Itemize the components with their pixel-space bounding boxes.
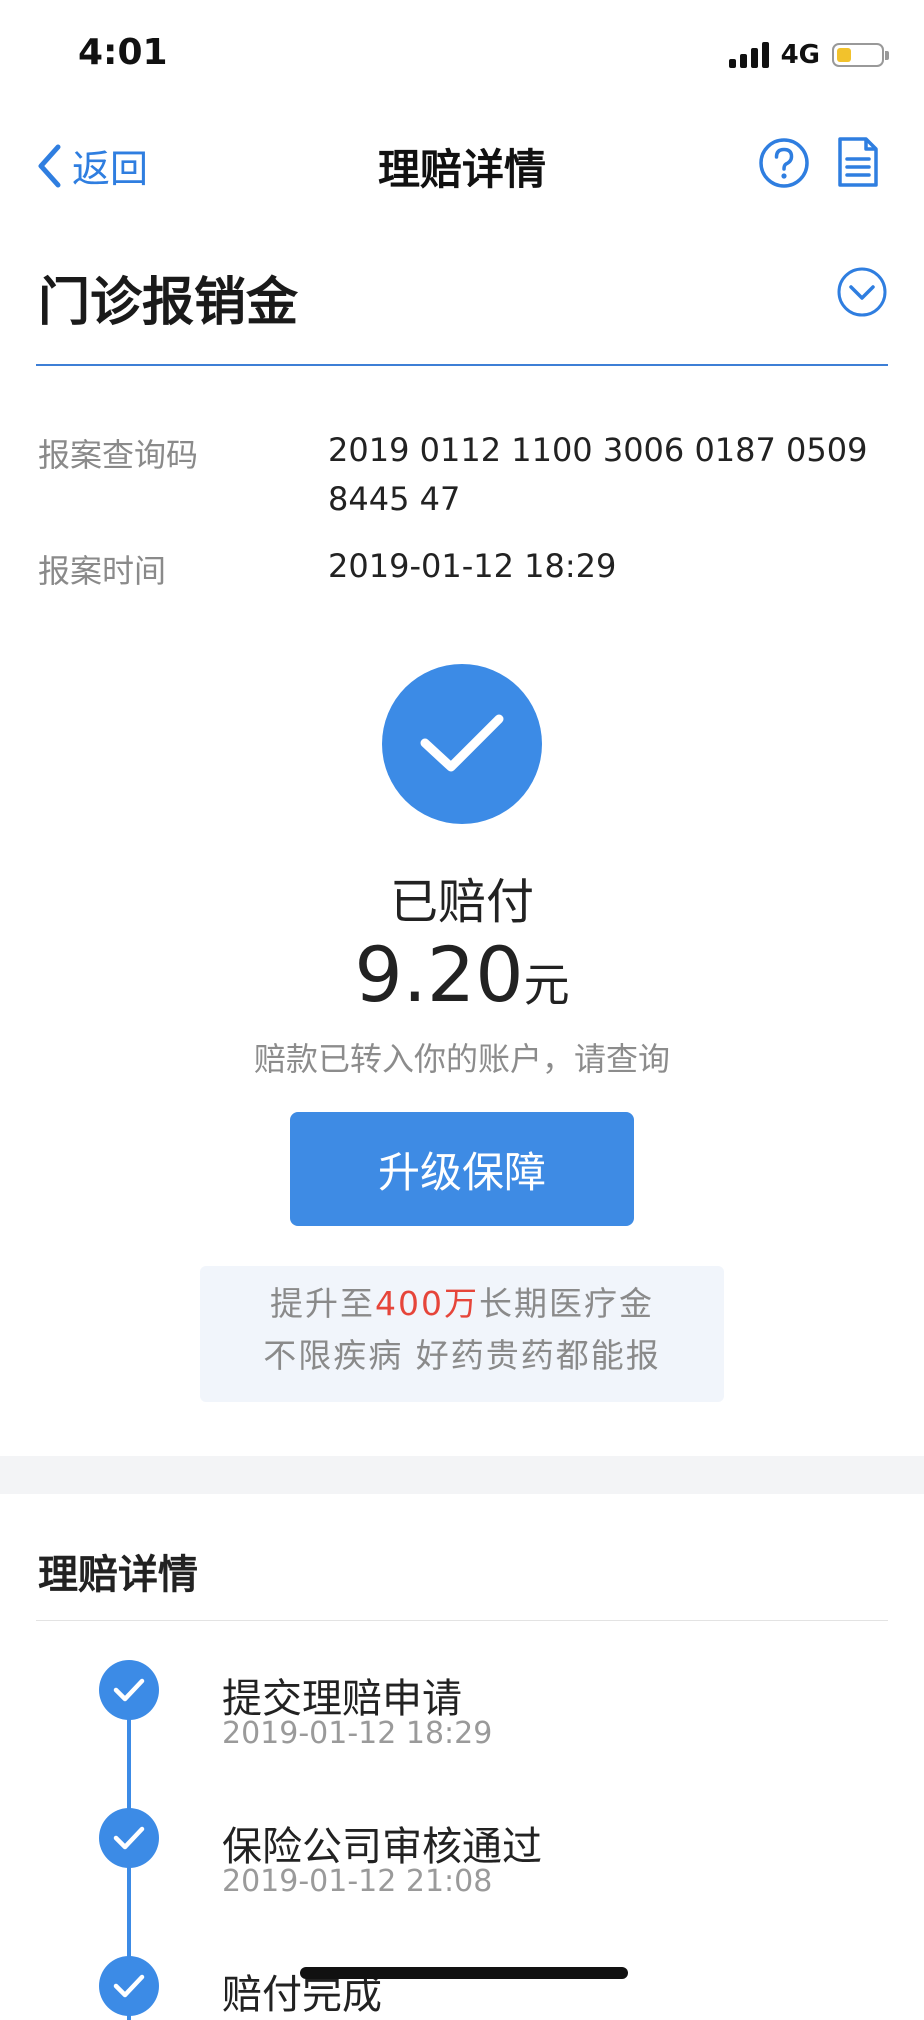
chevron-down-circle-icon: [837, 267, 887, 317]
success-status: [382, 664, 542, 824]
query-code-value: 2019 0112 1100 3006 0187 0509 8445 47: [328, 431, 868, 518]
network-type: 4G: [780, 40, 820, 70]
promo-line-1: 提升至400万长期医疗金: [200, 1278, 724, 1330]
claim-status: 已赔付: [389, 874, 534, 930]
product-title: 门诊报销金: [38, 273, 299, 333]
check-icon: [113, 1678, 145, 1702]
promo-banner[interactable]: 提升至400万长期医疗金 不限疾病 好药贵药都能报: [200, 1266, 724, 1402]
promo-highlight: 400万: [375, 1284, 479, 1323]
step-3-check: [99, 1956, 159, 2016]
step-1-time: 2019-01-12 18:29: [222, 1716, 493, 1751]
header-divider: [36, 364, 888, 366]
upgrade-button[interactable]: 升级保障: [290, 1112, 634, 1226]
check-icon: [113, 1974, 145, 1998]
details-divider: [36, 1620, 888, 1621]
battery-icon: [832, 43, 889, 67]
report-time-value: 2019-01-12 18:29: [328, 547, 617, 585]
amount-value: 9.20: [354, 930, 524, 1019]
expand-toggle[interactable]: [836, 266, 888, 322]
back-button[interactable]: 返回: [34, 138, 148, 193]
step-2-time: 2019-01-12 21:08: [222, 1864, 493, 1899]
question-icon: [759, 138, 809, 188]
report-time-label: 报案时间: [38, 552, 167, 590]
amount-unit: 元: [523, 958, 570, 1012]
help-button[interactable]: [758, 137, 810, 193]
document-button[interactable]: [836, 136, 880, 192]
promo-suffix: 长期医疗金: [479, 1284, 654, 1323]
query-code-label: 报案查询码: [38, 436, 199, 474]
checkmark-icon: [420, 714, 504, 772]
check-icon: [113, 1826, 145, 1850]
signal-icon: [728, 42, 769, 68]
step-1-check: [99, 1660, 159, 1720]
document-icon: [838, 137, 878, 187]
payment-note: 赔款已转入你的账户，请查询: [253, 1040, 670, 1078]
details-title: 理赔详情: [38, 1552, 198, 1598]
status-indicators: 4G: [728, 40, 889, 70]
claim-amount: 9.20元: [0, 930, 924, 1019]
status-time: 4:01: [78, 32, 168, 73]
chevron-left-icon: [38, 144, 61, 187]
section-separator: [0, 1456, 924, 1494]
step-2-check: [99, 1808, 159, 1868]
back-label: 返回: [72, 147, 149, 191]
promo-line-2: 不限疾病 好药贵药都能报: [263, 1336, 661, 1375]
promo-prefix: 提升至: [270, 1284, 375, 1323]
home-indicator[interactable]: [300, 1967, 628, 1979]
